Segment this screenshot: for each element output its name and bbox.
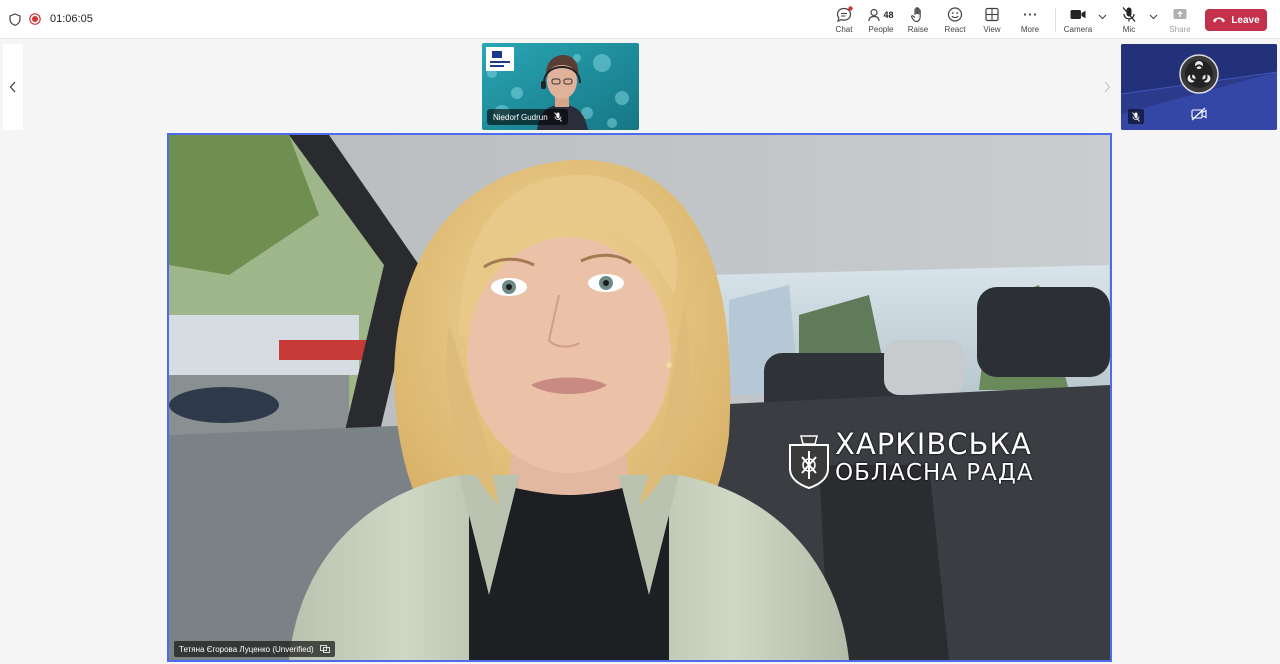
self-view-tile[interactable] <box>1121 44 1277 130</box>
emoji-icon <box>947 7 963 22</box>
more-icon <box>1023 13 1037 16</box>
watermark-line-1: ХАРКІВСЬКА <box>835 427 1032 461</box>
previous-participants-panel[interactable] <box>3 44 23 130</box>
participant-name: Niedorf Gudrun <box>493 112 548 122</box>
mic-off-icon <box>1132 112 1140 122</box>
mic-label: Mic <box>1122 25 1136 34</box>
chevron-right-icon[interactable] <box>1103 81 1111 93</box>
react-label: React <box>944 25 966 34</box>
participant-video-thumbnail[interactable]: Niedorf Gudrun <box>482 43 639 130</box>
camera-icon <box>1070 10 1086 19</box>
meeting-timer: 01:06:05 <box>50 13 93 25</box>
share-label: Share <box>1169 25 1191 34</box>
leave-button[interactable]: Leave <box>1205 9 1267 31</box>
more-button[interactable]: More <box>1018 6 1042 36</box>
kharkiv-regional-council-watermark: ХАРКІВСЬКА ОБЛАСНА РАДА <box>785 427 1055 489</box>
chat-button[interactable]: Chat <box>832 6 856 36</box>
speaker-name: Тетяна Єгорова Луценко (Unverified) <box>179 644 314 654</box>
participant-name-tag: Niedorf Gudrun <box>487 109 568 125</box>
people-label: People <box>868 25 894 34</box>
camera-options-chevron-icon[interactable] <box>1098 14 1107 20</box>
self-mic-status <box>1128 109 1144 124</box>
camera-off-icon <box>1191 107 1207 121</box>
mic-options-chevron-icon[interactable] <box>1149 14 1158 20</box>
people-count: 48 <box>883 9 894 20</box>
coat-of-arms-logo <box>789 435 829 489</box>
main-speaker-video[interactable]: Тетяна Єгорова Луценко (Unverified) <box>167 133 1112 662</box>
next-participants-panel[interactable] <box>1097 44 1117 130</box>
hang-up-icon <box>1213 17 1226 23</box>
camera-label: Camera <box>1063 25 1093 34</box>
camera-button[interactable]: Camera <box>1063 6 1093 36</box>
view-button[interactable]: View <box>980 6 1004 36</box>
people-button[interactable]: 48 People <box>866 6 896 36</box>
react-button[interactable]: React <box>943 6 967 36</box>
mic-button[interactable]: Mic <box>1117 6 1141 36</box>
speaker-name-tag: Тетяна Єгорова Луценко (Unverified) <box>174 641 335 657</box>
chat-label: Chat <box>835 25 853 34</box>
share-screen-icon <box>1173 9 1187 19</box>
obs-logo-icon <box>1179 54 1219 94</box>
chat-icon <box>836 6 853 22</box>
shield-icon[interactable] <box>9 13 21 26</box>
share-button[interactable]: Share <box>1168 6 1192 36</box>
screen-share-indicator-icon <box>319 645 330 653</box>
raise-hand-button[interactable]: Raise <box>906 6 930 36</box>
watermark-line-2: ОБЛАСНА РАДА <box>835 460 1034 486</box>
leave-label: Leave <box>1231 14 1260 26</box>
grid-view-icon <box>985 7 999 22</box>
speaker-video-feed <box>169 135 1110 660</box>
meeting-top-bar: 01:06:05 Chat 48 People Raise React View… <box>0 0 1280 39</box>
toolbar-divider <box>1055 8 1056 32</box>
more-label: More <box>1020 25 1040 34</box>
mic-off-icon <box>553 112 562 122</box>
people-icon <box>868 8 881 21</box>
chevron-left-icon[interactable] <box>9 81 17 93</box>
view-label: View <box>983 25 1001 34</box>
raise-label: Raise <box>907 25 929 34</box>
raise-hand-icon <box>910 7 921 23</box>
mic-off-icon <box>1122 7 1136 22</box>
recording-icon <box>29 13 41 25</box>
